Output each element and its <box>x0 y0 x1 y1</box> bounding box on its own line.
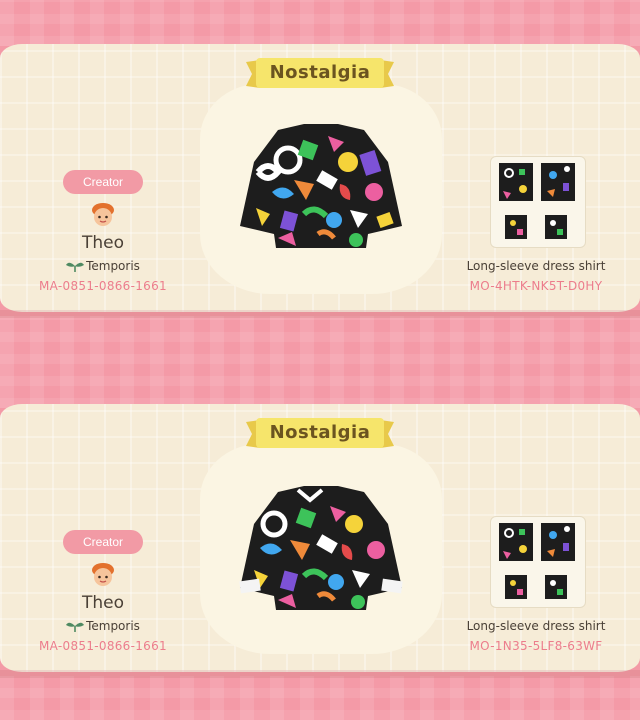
design-title: Nostalgia <box>269 422 371 443</box>
creator-code: MA-0851-0866-1661 <box>38 639 167 653</box>
item-name: Long-sleeve dress shirt <box>466 259 606 273</box>
design-code: MO-1N35-5LF8-63WF <box>469 639 603 653</box>
creator-name: Theo <box>81 233 125 253</box>
leaf-icon <box>66 260 85 275</box>
shirt-preview <box>239 486 403 610</box>
item-name: Long-sleeve dress shirt <box>466 619 606 633</box>
creator-badge: Creator <box>63 170 143 194</box>
island-row: Temporis <box>40 259 166 275</box>
card-shadow <box>0 310 640 318</box>
creator-badge: Creator <box>63 530 143 554</box>
card-shadow <box>0 670 640 678</box>
shirt-preview <box>240 124 402 248</box>
island-row: Temporis <box>40 619 166 635</box>
pattern-thumbnail <box>490 516 586 608</box>
top-stripe <box>0 0 640 46</box>
island-name: Temporis <box>86 619 140 633</box>
leaf-icon <box>66 620 85 635</box>
creator-code: MA-0851-0866-1661 <box>38 279 167 293</box>
bottom-stripe <box>0 676 640 720</box>
design-code: MO-4HTK-NK5T-D0HY <box>469 279 603 293</box>
title-banner: Nostalgia <box>246 56 394 92</box>
avatar-icon <box>90 562 116 588</box>
middle-stripe <box>0 316 640 408</box>
design-title: Nostalgia <box>269 62 371 83</box>
island-name: Temporis <box>86 259 140 273</box>
creator-name: Theo <box>81 593 125 613</box>
avatar-icon <box>90 202 116 228</box>
pattern-thumbnail <box>490 156 586 248</box>
title-banner: Nostalgia <box>246 416 394 452</box>
